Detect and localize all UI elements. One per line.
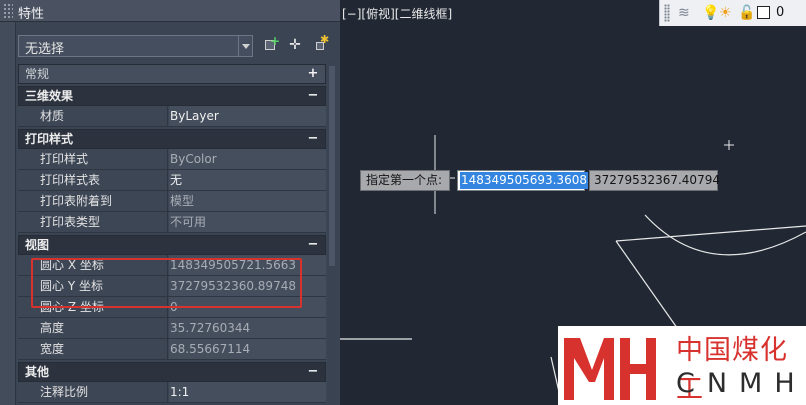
property-value[interactable]: ByLayer (169, 106, 326, 126)
property-row-width[interactable]: 宽度 68.55667114 (18, 339, 326, 360)
properties-palette: 特性 无选择 + ✛ ✱ 常规 + 三维效果 − 材质 ByLayer 打印样式… (0, 0, 340, 405)
property-row-plot-style-table[interactable]: 打印样式表 无 (18, 170, 326, 191)
section-title: 其他 (25, 365, 50, 379)
section-view[interactable]: 视图 − (18, 235, 326, 255)
property-value[interactable]: 37279532360.89748 (169, 276, 326, 296)
property-value[interactable]: 0 (169, 297, 326, 317)
property-row-center-x[interactable]: 圆心 X 坐标 148349505721.5663 (18, 255, 326, 276)
property-value[interactable]: 模型 (169, 191, 326, 211)
property-value[interactable]: 1:1 (169, 382, 326, 402)
property-row-material[interactable]: 材质 ByLayer (18, 106, 326, 127)
property-row-center-z[interactable]: 圆心 Z 坐标 0 (18, 297, 326, 318)
property-label: 打印样式表 (18, 170, 168, 190)
watermark-logo-mark (564, 338, 656, 400)
selection-value: 无选择 (25, 42, 65, 57)
section-title: 三维效果 (25, 89, 74, 103)
property-grid: 常规 + 三维效果 − 材质 ByLayer 打印样式 − 打印样式 ByCol… (18, 62, 326, 403)
drawing-viewport[interactable]: [−][俯视][二维线框] ≋ 💡 ☀ 🔓 0 指定第一个点: 14834950… (340, 0, 806, 405)
lock-open-icon[interactable]: 🔓 (738, 4, 755, 22)
property-row-height[interactable]: 高度 35.72760344 (18, 318, 326, 339)
property-value[interactable]: 无 (169, 170, 326, 190)
palette-scrollbar[interactable] (328, 62, 336, 405)
property-row-annotation-scale[interactable]: 注释比例 1:1 (18, 382, 326, 403)
viewport-controls-label[interactable]: [−][俯视][二维线框] (342, 5, 452, 22)
dynamic-input-prompt: 指定第一个点: (360, 170, 450, 191)
section-misc[interactable]: 其他 − (18, 362, 326, 382)
property-row-center-y[interactable]: 圆心 Y 坐标 37279532360.89748 (18, 276, 326, 297)
watermark-english-text: CNMHG (676, 368, 806, 399)
section-plot-style[interactable]: 打印样式 − (18, 129, 326, 149)
section-title: 视图 (25, 238, 50, 252)
property-label: 高度 (18, 318, 168, 338)
scrollbar-thumb[interactable] (329, 66, 335, 266)
property-value[interactable]: 68.55667114 (169, 339, 326, 359)
chevron-down-icon[interactable] (238, 36, 252, 56)
section-title: 打印样式 (25, 132, 74, 146)
section-title: 常规 (25, 67, 50, 81)
property-value[interactable]: 148349505721.5663 (169, 255, 326, 275)
layer-toolbar: ≋ 💡 ☀ 🔓 0 (659, 0, 806, 26)
property-label: 圆心 Y 坐标 (18, 276, 168, 296)
layer-states-icon[interactable]: ≋ (678, 4, 690, 22)
sun-freeze-icon[interactable]: ☀ (719, 4, 732, 22)
property-row-plot-table-attached[interactable]: 打印表附着到 模型 (18, 191, 326, 212)
property-value[interactable]: 不可用 (169, 212, 326, 232)
selection-dropdown[interactable]: 无选择 (18, 35, 253, 57)
section-3d-effects[interactable]: 三维效果 − (18, 86, 326, 106)
property-label: 圆心 X 坐标 (18, 255, 168, 275)
property-label: 打印样式 (18, 149, 168, 169)
collapse-icon[interactable]: − (307, 87, 319, 105)
expand-icon[interactable]: + (307, 65, 319, 83)
collapse-icon[interactable]: − (307, 130, 319, 148)
select-objects-icon[interactable]: ✛ (286, 36, 304, 54)
line-geometry-1 (615, 225, 806, 242)
palette-title: 特性 (18, 7, 45, 22)
property-label: 打印表类型 (18, 212, 168, 232)
property-label: 圆心 Z 坐标 (18, 297, 168, 317)
collapse-icon[interactable]: − (307, 236, 319, 254)
palette-side-strip[interactable] (0, 0, 16, 405)
dynamic-input-x-value[interactable]: 148349505693.3608 (460, 172, 588, 189)
property-label: 打印表附着到 (18, 191, 168, 211)
property-row-plot-table-type[interactable]: 打印表类型 不可用 (18, 212, 326, 233)
bulb-on-icon[interactable]: 💡 (702, 4, 719, 22)
property-label: 宽度 (18, 339, 168, 359)
quick-select-icon[interactable]: + (262, 35, 280, 54)
property-value[interactable]: 35.72760344 (169, 318, 326, 338)
arc-geometry (644, 214, 806, 256)
layer-name[interactable]: 0 (776, 4, 784, 22)
color-swatch-icon[interactable] (757, 6, 770, 19)
dynamic-input-x-field[interactable]: 148349505693.3608 (457, 170, 588, 191)
grip-icon[interactable] (3, 3, 13, 18)
palette-title-bar[interactable]: 特性 (0, 0, 340, 22)
grip-icon[interactable] (664, 4, 670, 22)
dynamic-input-y-field[interactable]: 37279532367.40794 (589, 170, 720, 191)
property-label: 注释比例 (18, 382, 168, 402)
property-label: 材质 (18, 106, 168, 126)
property-row-plot-style[interactable]: 打印样式 ByColor (18, 149, 326, 170)
watermark-logo: 中国煤化工 CNMHG (558, 326, 806, 405)
section-general[interactable]: 常规 + (18, 64, 326, 84)
toggle-pickadd-icon[interactable]: ✱ (310, 34, 329, 54)
collapse-icon[interactable]: − (307, 363, 319, 381)
property-value[interactable]: ByColor (169, 149, 326, 169)
